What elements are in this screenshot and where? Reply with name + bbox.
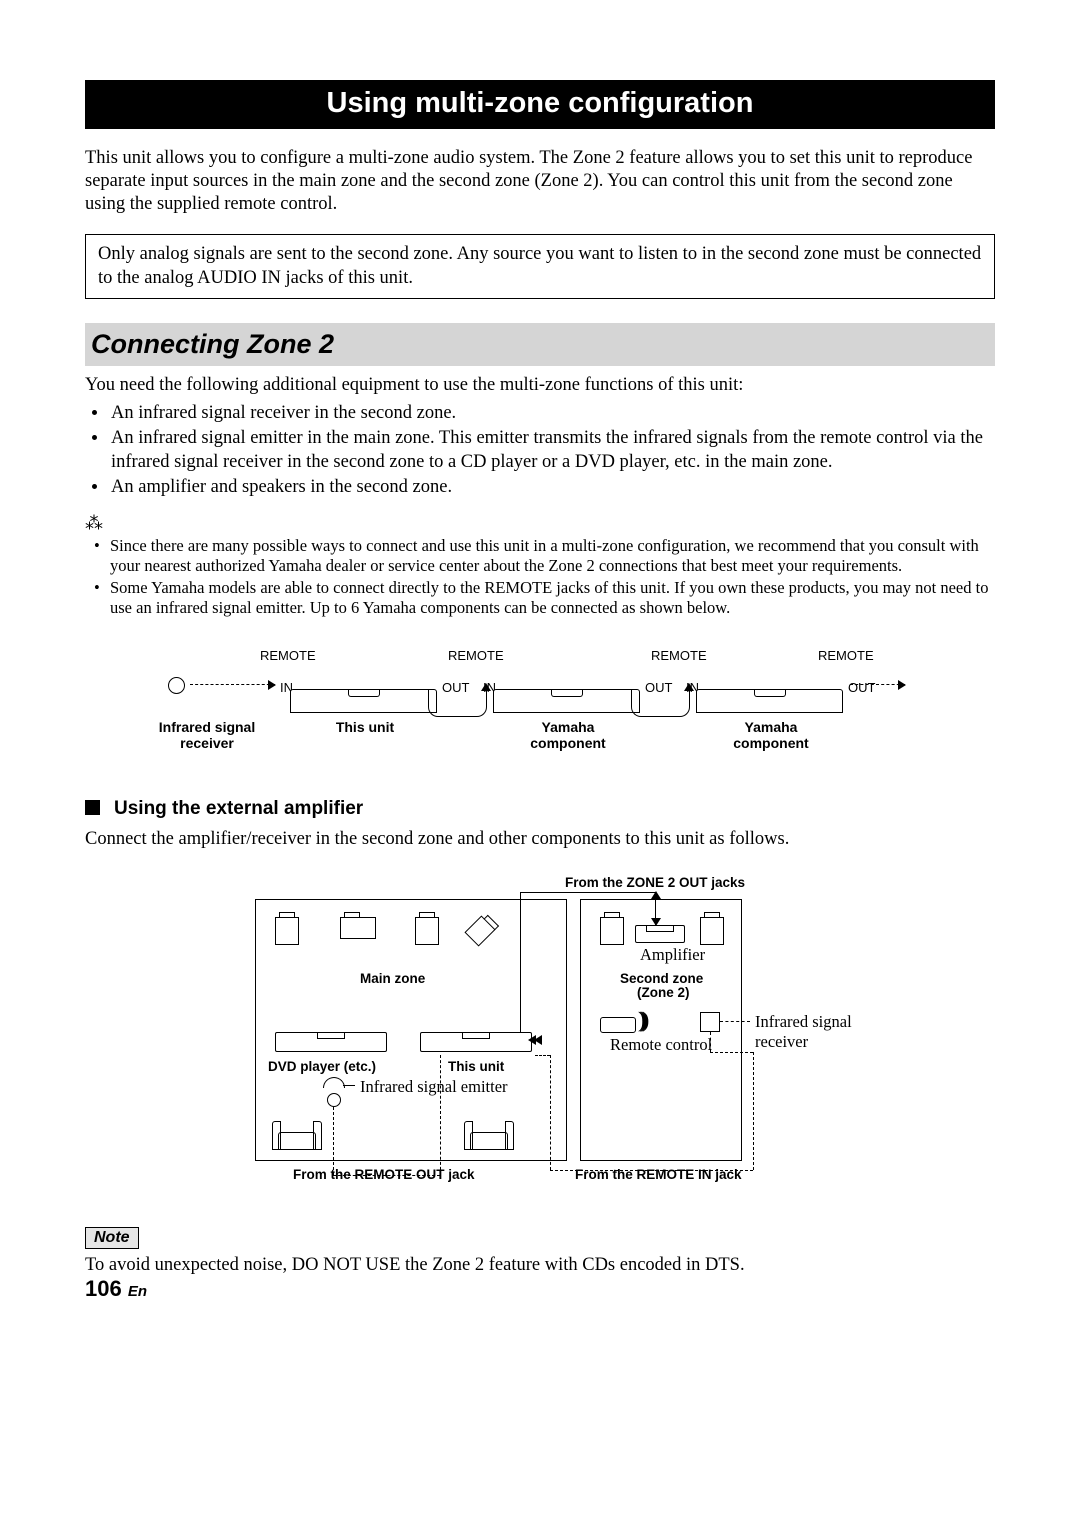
- list-item: An infrared signal receiver in the secon…: [109, 401, 995, 425]
- connection-curve-icon: [631, 690, 690, 717]
- second-zone-label: Second zone: [620, 971, 703, 986]
- connection-curve-icon: [428, 690, 487, 717]
- diagram-label: Yamahacomponent: [518, 720, 618, 751]
- amplifier-label: Amplifier: [640, 945, 705, 965]
- equipment-list: An infrared signal receiver in the secon…: [85, 401, 995, 499]
- out-label: OUT: [848, 680, 875, 695]
- dashed-line: [710, 1032, 711, 1052]
- page-language: En: [128, 1283, 147, 1300]
- diagram-remote-chain: REMOTE IN REMOTE OUT IN REMOTE OUT IN RE…: [160, 648, 920, 758]
- speaker-icon: [700, 917, 724, 945]
- center-speaker-icon: [340, 917, 376, 939]
- arrowhead-icon: [528, 1035, 536, 1045]
- dashed-line: [710, 1052, 753, 1053]
- diagram-label: Yamahacomponent: [721, 720, 821, 751]
- connector-line: [655, 905, 656, 925]
- main-zone-label: Main zone: [360, 971, 425, 986]
- remote-label: REMOTE: [448, 648, 504, 663]
- connector-line: [520, 892, 655, 893]
- dashed-line: [753, 1052, 754, 1170]
- remote-control-icon: [600, 1017, 636, 1033]
- ir-receiver-label: Infrared signal receiver: [755, 1012, 900, 1052]
- dashed-line: [440, 1055, 441, 1175]
- note-label: Note: [85, 1227, 139, 1249]
- from-remote-out-label: From the REMOTE OUT jack: [293, 1167, 475, 1182]
- list-item: Since there are many possible ways to co…: [100, 536, 995, 576]
- second-zone-sub-label: (Zone 2): [637, 985, 690, 1000]
- hint-icon: ⁂: [85, 513, 995, 534]
- list-item: An infrared signal emitter in the main z…: [109, 426, 995, 474]
- dashed-line: [550, 1055, 551, 1170]
- sub-paragraph: Connect the amplifier/receiver in the se…: [85, 828, 995, 851]
- speaker-icon: [415, 917, 439, 945]
- unit-icon: [493, 689, 640, 713]
- ir-receiver-icon: [168, 677, 185, 694]
- from-zone2-label: From the ZONE 2 OUT jacks: [565, 875, 745, 890]
- analog-note-box: Only analog signals are sent to the seco…: [85, 234, 995, 298]
- unit-icon: [290, 689, 437, 713]
- remote-label: REMOTE: [260, 648, 316, 663]
- chair-icon: [470, 1132, 508, 1150]
- speaker-icon: [275, 917, 299, 945]
- page-number: 106 En: [85, 1276, 995, 1302]
- speaker-icon: [600, 917, 624, 945]
- section-heading-connecting-zone-2: Connecting Zone 2: [85, 323, 995, 366]
- diagram-label: This unit: [315, 720, 415, 735]
- diagram-label: Infrared signalreceiver: [142, 720, 272, 751]
- intro-paragraph: This unit allows you to configure a mult…: [85, 147, 995, 216]
- equipment-intro: You need the following additional equipm…: [85, 374, 995, 397]
- remote-control-label: Remote control: [610, 1035, 712, 1055]
- list-item: An amplifier and speakers in the second …: [109, 475, 995, 499]
- this-unit-icon: [420, 1032, 532, 1052]
- page-number-value: 106: [85, 1276, 122, 1301]
- page-title: Using multi-zone configuration: [85, 80, 995, 129]
- from-remote-in-label: From the REMOTE IN jack: [575, 1167, 742, 1182]
- note-text: To avoid unexpected noise, DO NOT USE th…: [85, 1255, 995, 1276]
- ir-wave-icon: )))): [638, 1007, 643, 1033]
- ir-receiver-icon: [700, 1012, 720, 1032]
- dvd-player-icon: [275, 1032, 387, 1052]
- sub-heading-external-amplifier: Using the external amplifier: [85, 798, 995, 820]
- remote-label: REMOTE: [818, 648, 874, 663]
- amplifier-icon: [635, 925, 685, 943]
- list-item: Some Yamaha models are able to connect d…: [100, 578, 995, 618]
- pointer-line: [343, 1085, 355, 1086]
- dashed-line: [333, 1107, 334, 1175]
- dashed-arrow-icon: [190, 684, 275, 685]
- dvd-label: DVD player (etc.): [268, 1059, 376, 1074]
- dashed-arrow-icon: [850, 684, 905, 685]
- hints-list: Since there are many possible ways to co…: [85, 536, 995, 619]
- ir-emitter-icon: [327, 1093, 341, 1107]
- square-bullet-icon: [85, 800, 100, 815]
- this-unit-label: This unit: [448, 1059, 504, 1074]
- diagram-zone-layout: From the ZONE 2 OUT jacks Amplifier Main…: [180, 877, 900, 1197]
- unit-icon: [696, 689, 843, 713]
- sub-heading-text: Using the external amplifier: [114, 798, 363, 819]
- ir-emitter-label: Infrared signal emitter: [360, 1077, 508, 1097]
- connector-line: [520, 892, 521, 1032]
- chair-icon: [278, 1132, 316, 1150]
- dashed-line: [535, 1055, 550, 1056]
- remote-label: REMOTE: [651, 648, 707, 663]
- pointer-line: [720, 1021, 750, 1022]
